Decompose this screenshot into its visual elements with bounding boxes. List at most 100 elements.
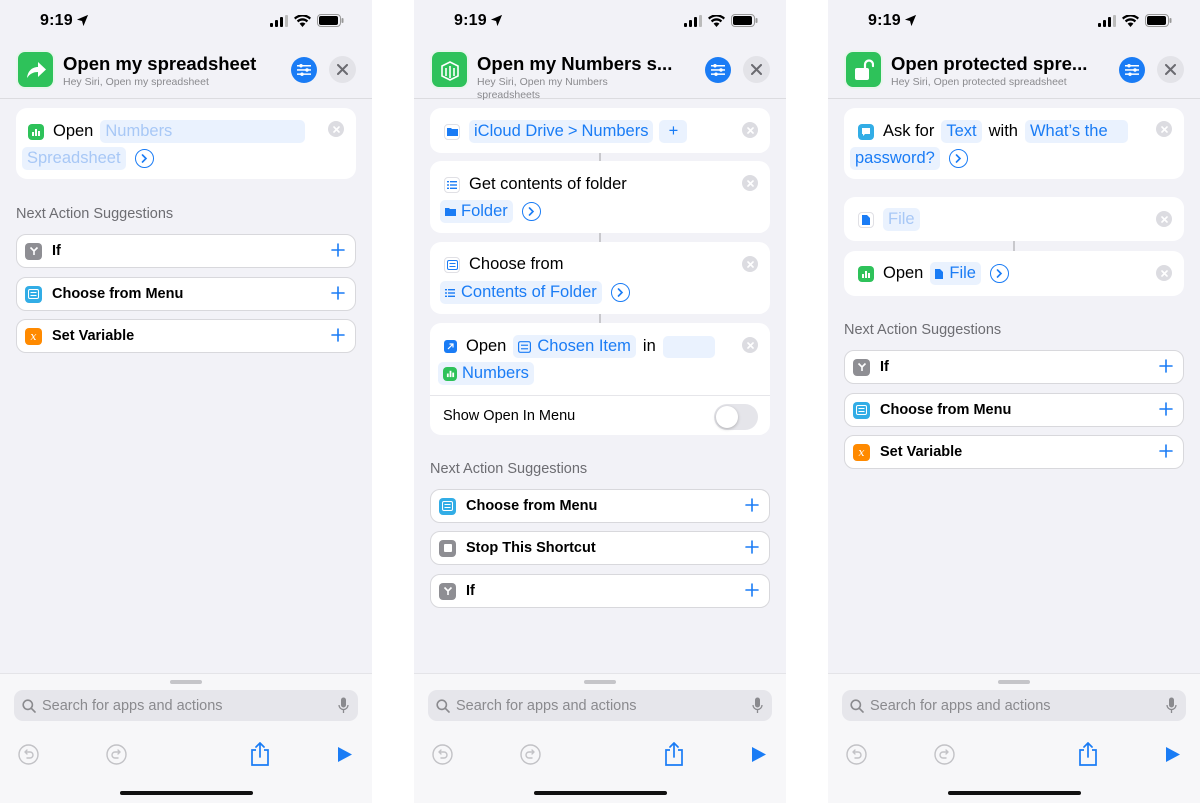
prompt-token[interactable]: What’s the [1024,120,1128,143]
shortcut-title[interactable]: Open protected spre... [891,53,1087,75]
sheet-grabber[interactable] [998,680,1030,684]
add-icon[interactable] [745,583,759,597]
remove-action-button[interactable] [742,122,758,138]
expand-chevron-icon[interactable] [134,149,154,168]
close-button[interactable] [743,56,770,83]
close-button[interactable] [329,56,356,83]
variable-icon: x [853,443,870,461]
add-icon[interactable] [331,286,345,300]
remove-action-button[interactable] [1156,121,1172,137]
add-icon[interactable] [331,328,345,342]
share-icon[interactable] [250,742,270,766]
add-icon[interactable] [745,540,759,554]
suggestion-choose-from-menu[interactable]: Choose from Menu [16,277,356,311]
shortcut-icon[interactable] [16,50,55,89]
expand-chevron-icon[interactable] [610,283,630,302]
add-icon[interactable] [745,498,759,512]
close-button[interactable] [1157,56,1184,83]
folder-token[interactable]: Folder [440,200,513,223]
numbers-token[interactable]: Numbers [100,120,306,143]
input-type-token[interactable]: Text [941,120,982,143]
redo-icon[interactable] [106,744,127,765]
suggestion-set-variable[interactable]: x Set Variable [844,435,1184,469]
remove-action-button[interactable] [328,121,344,137]
open-action-card[interactable]: Open Numbers Spreadsheet [16,108,356,179]
microphone-icon[interactable] [752,697,763,714]
sheet-grabber[interactable] [584,680,616,684]
shortcut-title[interactable]: Open my spreadsheet [63,53,256,75]
remove-action-button[interactable] [742,175,758,191]
search-icon [850,698,864,713]
choose-from-action-card[interactable]: Choose from Contents of Folder [430,242,770,314]
remove-action-button[interactable] [742,256,758,272]
show-open-in-menu-toggle[interactable] [714,404,758,430]
suggestion-if[interactable]: If [430,574,770,608]
undo-icon[interactable] [432,744,453,765]
search-input[interactable]: Search for apps and actions [428,690,772,721]
open-action-card[interactable]: Open Chosen Item in Numbers Show Open In… [430,323,770,435]
shortcut-icon[interactable] [430,50,469,89]
search-input[interactable]: Search for apps and actions [14,690,358,721]
add-icon[interactable] [331,243,345,257]
chosen-item-token[interactable]: Chosen Item [513,335,636,358]
file-token[interactable]: File [883,208,920,231]
action-label: Get contents of folder [469,175,627,193]
sheet-grabber[interactable] [170,680,202,684]
status-icons [1098,14,1172,27]
suggestion-choose-from-menu[interactable]: Choose from Menu [430,489,770,523]
file-token[interactable]: File [930,262,981,285]
shortcut-title[interactable]: Open my Numbers s... [477,53,672,75]
microphone-icon[interactable] [1166,697,1177,714]
shortcut-icon[interactable] [844,50,883,89]
unlock-icon [854,58,874,80]
expand-chevron-icon[interactable] [521,202,541,221]
suggestion-choose-from-menu[interactable]: Choose from Menu [844,393,1184,427]
remove-action-button[interactable] [742,337,758,353]
home-indicator [534,791,667,795]
suggestions-label: Next Action Suggestions [430,461,588,477]
expand-chevron-icon[interactable] [948,149,968,168]
spreadsheet-token[interactable]: Spreadsheet [22,147,126,170]
share-icon[interactable] [664,742,684,766]
numbers-app-token[interactable]: Numbers [438,362,534,385]
status-bar: 9:19 [414,0,786,44]
contents-token[interactable]: Contents of Folder [440,281,602,304]
remove-action-button[interactable] [1156,211,1172,227]
file-action-card[interactable]: File [844,197,1184,241]
expand-chevron-icon[interactable] [989,264,1009,283]
chosen-item-label: Chosen Item [537,337,631,355]
undo-icon[interactable] [846,744,867,765]
remove-action-button[interactable] [1156,265,1172,281]
search-input[interactable]: Search for apps and actions [842,690,1186,721]
settings-button[interactable] [291,57,317,83]
folder-path-token[interactable]: iCloud Drive > Numbers [469,120,654,143]
get-contents-action-card[interactable]: Get contents of folder Folder [430,161,770,233]
add-icon[interactable] [1159,444,1173,458]
document-icon [935,268,944,279]
folder-action-card[interactable]: iCloud Drive > Numbers + [430,108,770,153]
suggestion-stop-this-shortcut[interactable]: Stop This Shortcut [430,531,770,565]
play-icon[interactable] [1165,746,1181,763]
empty-token[interactable] [662,335,715,358]
settings-button[interactable] [705,57,731,83]
share-icon[interactable] [1078,742,1098,766]
add-path-button[interactable]: + [659,120,688,143]
settings-button[interactable] [1119,57,1145,83]
prompt-token-continued[interactable]: password? [850,147,940,170]
stop-icon [439,539,456,557]
open-file-action-card[interactable]: Open File [844,251,1184,296]
redo-icon[interactable] [520,744,541,765]
undo-icon[interactable] [18,744,39,765]
redo-icon[interactable] [934,744,955,765]
ask-for-input-card[interactable]: Ask for Text with What’s the password? [844,108,1184,179]
suggestion-if[interactable]: If [16,234,356,268]
suggestion-if[interactable]: If [844,350,1184,384]
status-bar: 9:19 [828,0,1200,44]
add-icon[interactable] [1159,402,1173,416]
play-icon[interactable] [337,746,353,763]
add-icon[interactable] [1159,359,1173,373]
microphone-icon[interactable] [338,697,349,714]
play-icon[interactable] [751,746,767,763]
choose-list-icon [518,340,532,353]
suggestion-set-variable[interactable]: x Set Variable [16,319,356,353]
